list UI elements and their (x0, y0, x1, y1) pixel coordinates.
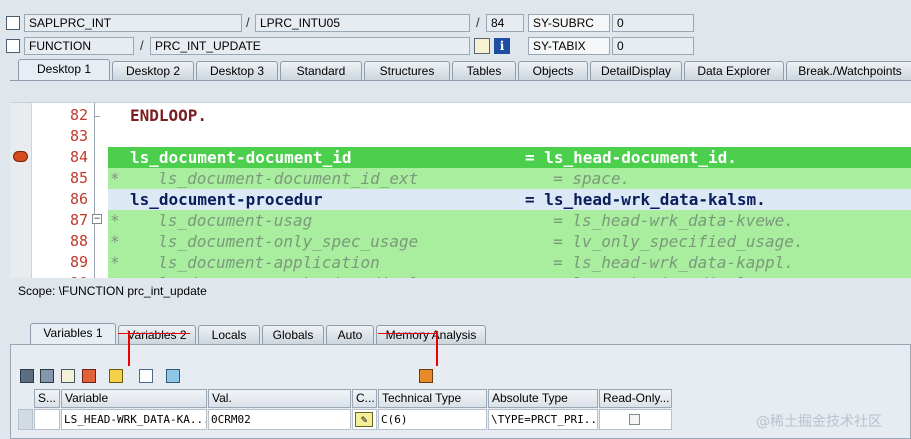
line-number: 90 (34, 274, 88, 278)
annotation-line (128, 331, 130, 366)
code-line[interactable] (108, 126, 911, 147)
tab-memory-analysis[interactable]: Memory Analysis (376, 325, 486, 344)
cell-change[interactable]: ✎ (352, 409, 377, 430)
tab-detaildisplay[interactable]: DetailDisplay (590, 61, 682, 80)
tab-tables[interactable]: Tables (452, 61, 516, 80)
subrc-value[interactable]: 0 (612, 14, 694, 32)
read-only-checkbox[interactable] (629, 414, 640, 425)
line-number: 85 (69, 169, 88, 187)
detail-icon[interactable] (61, 369, 75, 383)
fold-toggle-icon[interactable]: − (92, 214, 102, 224)
cell-technical-type: C(6) (378, 409, 487, 430)
edit-pencil-icon[interactable]: ✎ (355, 412, 373, 427)
tab-variables-1[interactable]: Variables 1 (30, 323, 116, 344)
subrc-label: SY-SUBRC (528, 14, 610, 32)
cell-status (34, 409, 60, 430)
line-number: 89 (69, 253, 88, 271)
program-icon (6, 16, 20, 30)
code-line[interactable]: * ls_document-document_id_ext = space. (108, 168, 911, 189)
tab-desktop-3[interactable]: Desktop 3 (196, 61, 278, 80)
event-name-field[interactable]: PRC_INT_UPDATE (150, 37, 470, 55)
tabix-label: SY-TABIX (528, 37, 610, 55)
code-text: ENDLOOP. (130, 106, 208, 125)
cell-value[interactable]: 0CRM02 (208, 409, 351, 430)
col-header-technical-type[interactable]: Technical Type (378, 389, 487, 408)
tab-desktop-1[interactable]: Desktop 1 (18, 59, 110, 80)
code-text: * ls_document-only_spec_usage = lv_only_… (110, 232, 804, 251)
breakpoint-gutter[interactable] (10, 103, 32, 278)
code-text: * ls_document-application = ls_head-wrk_… (110, 253, 794, 272)
annotation-line (118, 333, 190, 334)
fold-column (94, 103, 95, 278)
separator: / (476, 15, 480, 30)
col-header-value[interactable]: Val. (208, 389, 351, 408)
delete-icon[interactable] (20, 369, 34, 383)
code-text: ls_document-document_id = ls_head-docume… (130, 148, 737, 167)
line-number: 82 (69, 106, 88, 124)
cell-absolute-type[interactable]: \TYPE=PRCT_PRI... (488, 409, 598, 430)
line-number: 83 (69, 127, 88, 145)
tab-globals[interactable]: Globals (262, 325, 324, 344)
code-text: * ls_document-authority_display = ls_aut… (108, 274, 775, 278)
tab-break-watchpoints[interactable]: Break./Watchpoints (786, 61, 911, 80)
code-text: * ls_document-usag = ls_head-wrk_data-kv… (110, 211, 794, 230)
line-number: 86 (69, 190, 88, 208)
col-header-status[interactable]: S... (34, 389, 60, 408)
tab-structures[interactable]: Structures (364, 61, 450, 80)
col-header-read-only[interactable]: Read-Only... (599, 389, 672, 408)
hierarchy-icon[interactable] (109, 369, 123, 383)
display-icon[interactable] (474, 38, 490, 54)
col-header-absolute-type[interactable]: Absolute Type (488, 389, 598, 408)
function-icon (6, 39, 20, 53)
line-number: 84 (69, 148, 88, 166)
watermark-text: @稀土掘金技术社区 (756, 414, 882, 430)
tab-locals[interactable]: Locals (198, 325, 260, 344)
separator: / (246, 15, 250, 30)
col-header-variable[interactable]: Variable (61, 389, 207, 408)
fold-tick (95, 116, 100, 117)
service-icon[interactable] (166, 369, 180, 383)
line-number: 87 (69, 211, 88, 229)
annotation-line (378, 333, 438, 334)
code-line[interactable]: ls_document-document_id = ls_head-docume… (108, 147, 911, 168)
cell-read-only (599, 409, 672, 430)
code-line[interactable]: * ls_document-application = ls_head-wrk_… (108, 252, 911, 273)
code-line[interactable]: ENDLOOP. (108, 105, 911, 126)
tab-objects[interactable]: Objects (518, 61, 588, 80)
include-field[interactable]: LPRC_INTU05 (255, 14, 470, 32)
code-text: ls_document-procedur = ls_head-wrk_data-… (130, 190, 766, 209)
col-header-change[interactable]: C... (352, 389, 377, 408)
code-line[interactable]: ls_document-procedur = ls_head-wrk_data-… (108, 189, 911, 210)
scope-label: Scope: \FUNCTION prc_int_update (18, 284, 207, 298)
save-icon[interactable] (419, 369, 433, 383)
line-field[interactable]: 84 (486, 14, 524, 32)
navigate-icon[interactable] (139, 369, 153, 383)
row-selector[interactable] (18, 409, 33, 430)
import-icon[interactable] (82, 369, 96, 383)
code-text: * ls_document-document_id_ext = space. (110, 169, 631, 188)
code-line[interactable]: * ls_document-usag = ls_head-wrk_data-kv… (108, 210, 911, 231)
line-number: 88 (69, 232, 88, 250)
event-type-field[interactable]: FUNCTION (24, 37, 134, 55)
tabix-value[interactable]: 0 (612, 37, 694, 55)
code-line[interactable]: * ls_document-authority_display = ls_aut… (108, 273, 911, 278)
tab-auto[interactable]: Auto (326, 325, 374, 344)
annotation-line (436, 331, 438, 366)
separator: / (140, 38, 144, 53)
code-line[interactable]: * ls_document-only_spec_usage = lv_only_… (108, 231, 911, 252)
tab-data-explorer[interactable]: Data Explorer (684, 61, 784, 80)
info-icon[interactable]: i (494, 38, 510, 54)
tab-standard[interactable]: Standard (280, 61, 362, 80)
delete-all-icon[interactable] (40, 369, 54, 383)
breakpoint-icon[interactable] (13, 151, 28, 162)
code-editor[interactable]: − ENDLOOP. ls_document-document_id = ls_h… (10, 102, 911, 278)
tab-strip-baseline (10, 80, 911, 81)
tab-desktop-2[interactable]: Desktop 2 (112, 61, 194, 80)
desktop-tabs: Desktop 1 Desktop 2 Desktop 3 Standard Struc… (18, 59, 911, 80)
program-field[interactable]: SAPLPRC_INT (24, 14, 242, 32)
cell-variable[interactable]: LS_HEAD-WRK_DATA-KA... (61, 409, 207, 430)
